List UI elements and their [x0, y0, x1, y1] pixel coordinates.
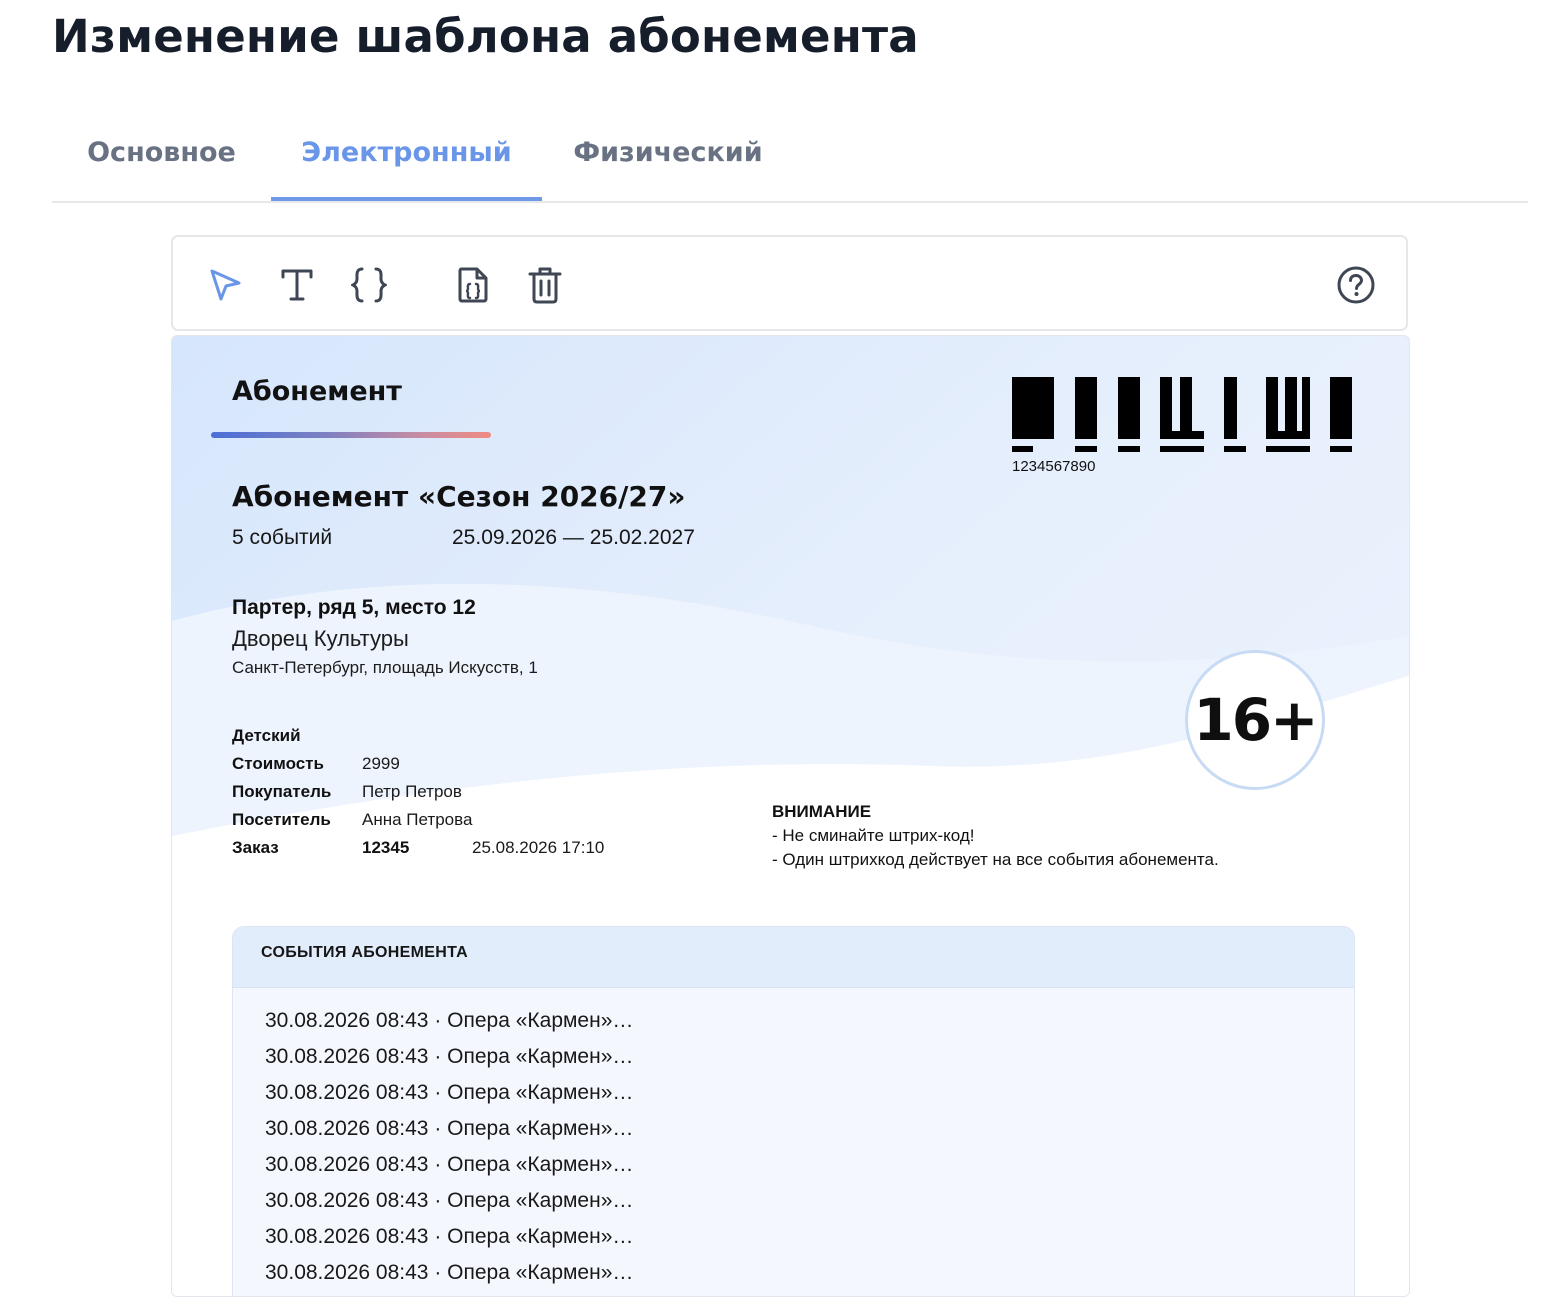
text-icon: [281, 269, 313, 301]
season-title: Абонемент «Сезон 2026/27»: [232, 480, 686, 513]
tab-physical[interactable]: Физический: [542, 110, 794, 199]
age-rating-badge: 16+: [1185, 650, 1325, 790]
date-range: 25.09.2026 — 25.02.2027: [452, 526, 695, 549]
variable-tool-button[interactable]: [349, 265, 389, 305]
events-count: 5 событий: [232, 526, 333, 549]
order-number: 12345: [362, 838, 410, 857]
event-item: 30.08.2026 08:43 · Опера «Кармен»…: [265, 1081, 634, 1104]
ticket-label: Абонемент: [232, 376, 402, 407]
select-tool-button[interactable]: [205, 265, 245, 305]
price-value: 2999: [362, 754, 400, 773]
category-label: Детский: [232, 726, 301, 745]
visitor-label: Посетитель: [232, 810, 331, 829]
order-datetime: 25.08.2026 17:10: [472, 838, 605, 857]
price-label: Стоимость: [232, 754, 324, 773]
event-item: 30.08.2026 08:43 · Опера «Кармен»…: [265, 1261, 634, 1284]
event-item: 30.08.2026 08:43 · Опера «Кармен»…: [265, 1153, 634, 1176]
events-panel: СОБЫТИЯ АБОНЕМЕНТА 30.08.2026 08:43 · Оп…: [232, 926, 1355, 1296]
order-label: Заказ: [232, 838, 279, 857]
event-item: 30.08.2026 08:43 · Опера «Кармен»…: [265, 1045, 634, 1068]
insert-code-file-button[interactable]: [453, 265, 493, 305]
buyer-label: Покупатель: [232, 782, 332, 801]
seat-info: Партер, ряд 5, место 12: [232, 596, 476, 619]
curly-braces-icon: [351, 267, 387, 303]
warning-title: ВНИМАНИЕ: [772, 802, 872, 821]
warning-line: - Не сминайте штрих-код!: [772, 826, 975, 845]
barcode: [1012, 377, 1352, 452]
text-tool-button[interactable]: [277, 265, 317, 305]
tab-electronic[interactable]: Электронный: [271, 110, 542, 201]
help-button[interactable]: [1336, 265, 1376, 305]
code-file-icon: [458, 267, 488, 303]
ticket-canvas: Абонемент 1234567890 Абонемент «Сезон 20…: [171, 335, 1410, 1297]
delete-button[interactable]: [525, 265, 565, 305]
editor-toolbar: [171, 235, 1408, 331]
event-item: 30.08.2026 08:43 · Опера «Кармен»…: [265, 1189, 634, 1212]
help-circle-icon: [1337, 266, 1375, 304]
buyer-value: Петр Петров: [362, 782, 462, 801]
event-item: 30.08.2026 08:43 · Опера «Кармен»…: [265, 1009, 634, 1032]
cursor-arrow-icon: [210, 269, 241, 301]
visitor-value: Анна Петрова: [362, 810, 473, 829]
venue-address: Санкт-Петербург, площадь Искусств, 1: [232, 658, 538, 677]
event-item: 30.08.2026 08:43 · Опера «Кармен»…: [265, 1117, 634, 1140]
warning-line: - Один штрихкод действует на все события…: [772, 850, 1219, 869]
events-panel-title: СОБЫТИЯ АБОНЕМЕНТА: [233, 927, 1354, 988]
event-item: 30.08.2026 08:43 · Опера «Кармен»…: [265, 1225, 634, 1248]
venue-name: Дворец Культуры: [232, 626, 409, 651]
barcode-number: 1234567890: [1012, 458, 1096, 475]
tab-main[interactable]: Основное: [52, 110, 271, 199]
page-title: Изменение шаблона абонемента: [52, 10, 919, 63]
title-underline: [211, 432, 491, 438]
tab-bar: Основное Электронный Физический: [52, 110, 1528, 203]
trash-icon: [528, 267, 562, 304]
